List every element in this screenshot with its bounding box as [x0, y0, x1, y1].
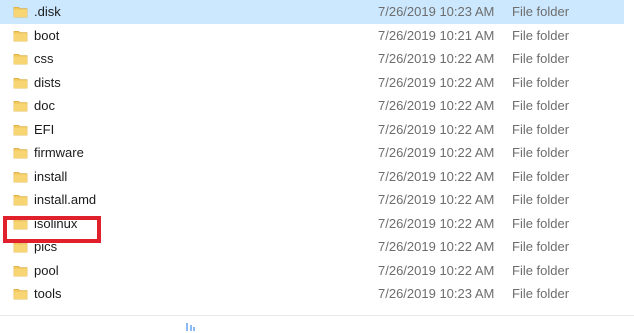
file-list: .disk 7/26/2019 10:23 AM File folder boo… — [0, 0, 634, 306]
folder-icon — [13, 54, 28, 65]
folder-icon — [13, 218, 28, 229]
list-item[interactable]: firmware 7/26/2019 10:22 AM File folder — [0, 141, 634, 165]
date-modified: 7/26/2019 10:22 AM — [378, 192, 495, 207]
file-name: firmware — [34, 145, 84, 160]
date-modified: 7/26/2019 10:22 AM — [378, 74, 495, 90]
list-item[interactable]: dists 7/26/2019 10:22 AM File folder — [0, 71, 634, 95]
list-item[interactable]: .disk 7/26/2019 10:23 AM File folder — [0, 0, 624, 24]
file-type: File folder — [512, 121, 570, 137]
file-name: css — [34, 51, 54, 66]
list-item[interactable]: doc 7/26/2019 10:22 AM File folder — [0, 94, 634, 118]
date-modified: 7/26/2019 10:23 AM — [378, 4, 495, 19]
list-item[interactable]: pool 7/26/2019 10:22 AM File folder — [0, 259, 634, 283]
folder-icon — [13, 171, 28, 182]
file-type: File folder — [512, 27, 570, 43]
file-name: pool — [34, 262, 59, 278]
file-type: File folder — [512, 98, 570, 113]
date-modified: 7/26/2019 10:22 AM — [378, 121, 495, 137]
list-item[interactable]: isolinux 7/26/2019 10:22 AM File folder — [0, 212, 634, 236]
date-modified: 7/26/2019 10:22 AM — [378, 262, 495, 278]
file-name: pics — [34, 239, 58, 254]
folder-icon — [13, 7, 28, 18]
file-type: File folder — [512, 262, 570, 278]
file-type: File folder — [512, 286, 570, 301]
file-name: dists — [34, 74, 61, 90]
folder-icon — [13, 289, 28, 300]
file-type: File folder — [512, 51, 570, 66]
folder-icon — [13, 124, 28, 135]
file-type: File folder — [512, 145, 570, 160]
file-name: doc — [34, 98, 55, 113]
folder-icon — [13, 148, 28, 159]
date-modified: 7/26/2019 10:23 AM — [378, 286, 495, 301]
list-item[interactable]: css 7/26/2019 10:22 AM File folder — [0, 47, 634, 71]
folder-icon — [13, 195, 28, 206]
file-name: EFI — [34, 121, 55, 137]
file-type: File folder — [512, 168, 570, 184]
file-type: File folder — [512, 74, 570, 90]
folder-icon — [13, 242, 28, 253]
file-name: boot — [34, 27, 60, 43]
file-name: .disk — [34, 4, 61, 19]
list-item[interactable]: pics 7/26/2019 10:22 AM File folder — [0, 235, 634, 259]
file-type: File folder — [512, 192, 570, 207]
file-type: File folder — [512, 4, 570, 19]
list-item[interactable]: tools 7/26/2019 10:23 AM File folder — [0, 282, 634, 306]
date-modified: 7/26/2019 10:22 AM — [378, 98, 495, 113]
folder-icon — [13, 265, 28, 276]
file-type: File folder — [512, 239, 570, 254]
date-modified: 7/26/2019 10:22 AM — [378, 239, 495, 254]
date-modified: 7/26/2019 10:22 AM — [378, 215, 495, 231]
cursor-fragment — [186, 323, 195, 331]
date-modified: 7/26/2019 10:22 AM — [378, 51, 495, 66]
file-name: tools — [34, 286, 62, 301]
list-item[interactable]: install 7/26/2019 10:22 AM File folder — [0, 165, 634, 189]
folder-icon — [13, 77, 28, 88]
date-modified: 7/26/2019 10:21 AM — [378, 27, 495, 43]
list-item[interactable]: boot 7/26/2019 10:21 AM File folder — [0, 24, 634, 48]
folder-icon — [13, 30, 28, 41]
date-modified: 7/26/2019 10:22 AM — [378, 168, 495, 184]
list-item[interactable]: install.amd 7/26/2019 10:22 AM File fold… — [0, 188, 634, 212]
date-modified: 7/26/2019 10:22 AM — [378, 145, 495, 160]
list-divider — [0, 315, 634, 316]
file-name: isolinux — [34, 215, 78, 231]
file-name: install — [34, 168, 68, 184]
file-name: install.amd — [34, 192, 97, 207]
list-item[interactable]: EFI 7/26/2019 10:22 AM File folder — [0, 118, 634, 142]
folder-icon — [13, 101, 28, 112]
file-type: File folder — [512, 215, 570, 231]
